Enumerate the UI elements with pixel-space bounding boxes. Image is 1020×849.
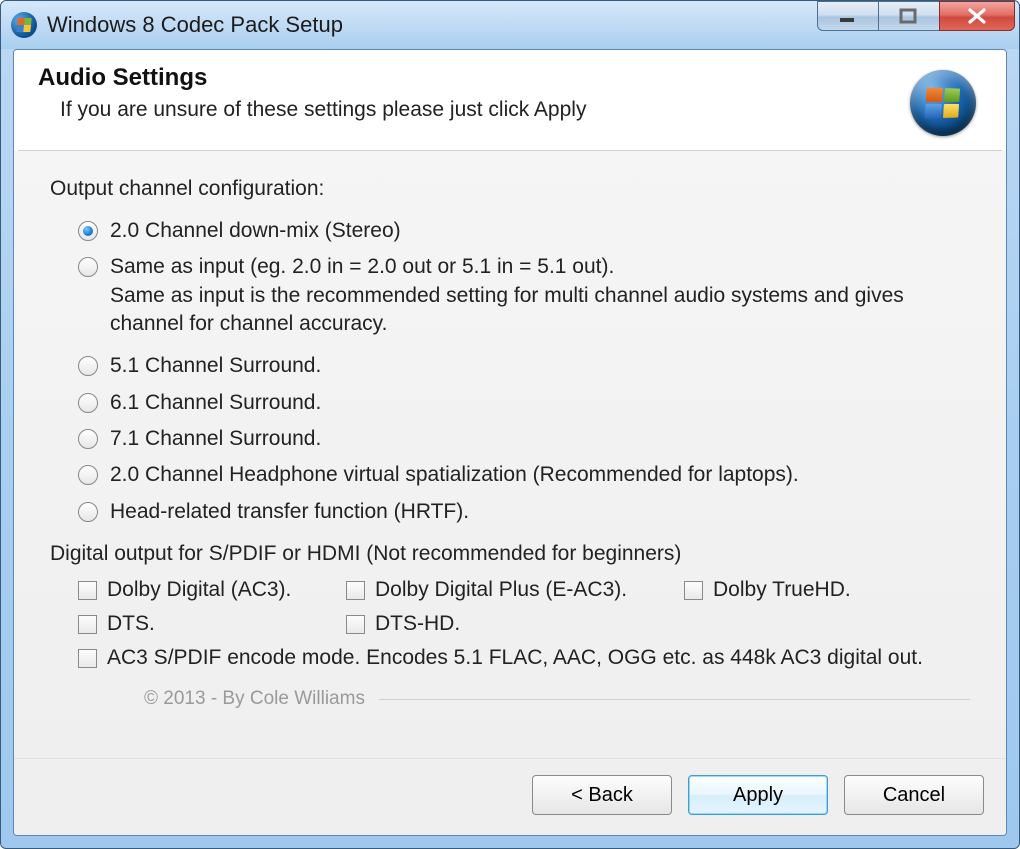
minimize-button[interactable] — [817, 1, 879, 31]
radio-icon — [78, 257, 98, 277]
radio-option-stereo[interactable]: 2.0 Channel down-mix (Stereo) — [78, 217, 970, 245]
check-dolby-truehd[interactable]: Dolby TrueHD. — [684, 578, 970, 602]
radio-option-6-1[interactable]: 6.1 Channel Surround. — [78, 389, 970, 417]
maximize-button[interactable] — [878, 1, 940, 31]
radio-label: 5.1 Channel Surround. — [110, 352, 321, 380]
check-ac3-spdif-encode[interactable]: AC3 S/PDIF encode mode. Encodes 5.1 FLAC… — [78, 646, 970, 670]
radio-option-hrtf[interactable]: Head-related transfer function (HRTF). — [78, 498, 970, 526]
radio-label: Same as input (eg. 2.0 in = 2.0 out or 5… — [110, 253, 970, 281]
radio-label: Head-related transfer function (HRTF). — [110, 498, 469, 526]
output-section-title: Output channel configuration: — [50, 177, 970, 201]
copyright-text: © 2013 - By Cole Williams — [144, 688, 365, 710]
checkbox-icon — [78, 581, 97, 600]
check-dolby-digital-plus[interactable]: Dolby Digital Plus (E-AC3). — [346, 578, 676, 602]
page-heading: Audio Settings — [38, 64, 586, 92]
check-label: DTS. — [107, 612, 155, 636]
checkbox-icon — [78, 649, 97, 668]
copyright-line: © 2013 - By Cole Williams — [144, 688, 970, 710]
divider-icon — [379, 699, 970, 700]
close-button[interactable] — [939, 1, 1015, 31]
check-label: Dolby Digital (AC3). — [107, 578, 291, 602]
check-dts-hd[interactable]: DTS-HD. — [346, 612, 676, 636]
installer-window: Windows 8 Codec Pack Setup Audio Setting… — [0, 0, 1020, 849]
radio-option-5-1[interactable]: 5.1 Channel Surround. — [78, 352, 970, 380]
checkbox-icon — [684, 581, 703, 600]
page-header: Audio Settings If you are unsure of thes… — [14, 50, 1006, 150]
digital-checks-grid: Dolby Digital (AC3). Dolby Digital Plus … — [78, 578, 970, 670]
radio-label: 2.0 Channel Headphone virtual spatializa… — [110, 461, 799, 489]
radio-icon — [78, 502, 98, 522]
check-label: AC3 S/PDIF encode mode. Encodes 5.1 FLAC… — [107, 646, 923, 670]
radio-icon — [78, 429, 98, 449]
apply-button[interactable]: Apply — [688, 775, 828, 815]
titlebar: Windows 8 Codec Pack Setup — [1, 1, 1019, 49]
radio-icon — [78, 221, 98, 241]
client-panel: Audio Settings If you are unsure of thes… — [13, 49, 1007, 836]
radio-label: 6.1 Channel Surround. — [110, 389, 321, 417]
back-button[interactable]: < Back — [532, 775, 672, 815]
wizard-footer: < Back Apply Cancel — [14, 758, 1006, 835]
window-title: Windows 8 Codec Pack Setup — [47, 12, 343, 38]
window-controls — [818, 1, 1015, 31]
check-label: DTS-HD. — [375, 612, 460, 636]
radio-icon — [78, 465, 98, 485]
radio-sublabel: Same as input is the recommended setting… — [110, 282, 970, 339]
digital-section-title: Digital output for S/PDIF or HDMI (Not r… — [50, 542, 970, 566]
checkbox-icon — [346, 581, 365, 600]
check-label: Dolby TrueHD. — [713, 578, 851, 602]
radio-icon — [78, 356, 98, 376]
radio-option-7-1[interactable]: 7.1 Channel Surround. — [78, 425, 970, 453]
radio-option-headphone[interactable]: 2.0 Channel Headphone virtual spatializa… — [78, 461, 970, 489]
windows-logo-icon — [910, 70, 976, 136]
radio-option-same-as-input[interactable]: Same as input (eg. 2.0 in = 2.0 out or 5… — [78, 253, 970, 338]
cancel-button[interactable]: Cancel — [844, 775, 984, 815]
radio-icon — [78, 393, 98, 413]
checkbox-icon — [78, 615, 97, 634]
radio-label: 7.1 Channel Surround. — [110, 425, 321, 453]
check-label: Dolby Digital Plus (E-AC3). — [375, 578, 627, 602]
check-dts[interactable]: DTS. — [78, 612, 338, 636]
radio-label: 2.0 Channel down-mix (Stereo) — [110, 217, 401, 245]
check-dolby-digital[interactable]: Dolby Digital (AC3). — [78, 578, 338, 602]
page-subtitle: If you are unsure of these settings plea… — [60, 98, 586, 122]
checkbox-icon — [346, 615, 365, 634]
content-area: Output channel configuration: 2.0 Channe… — [14, 151, 1006, 758]
app-icon — [11, 12, 37, 38]
